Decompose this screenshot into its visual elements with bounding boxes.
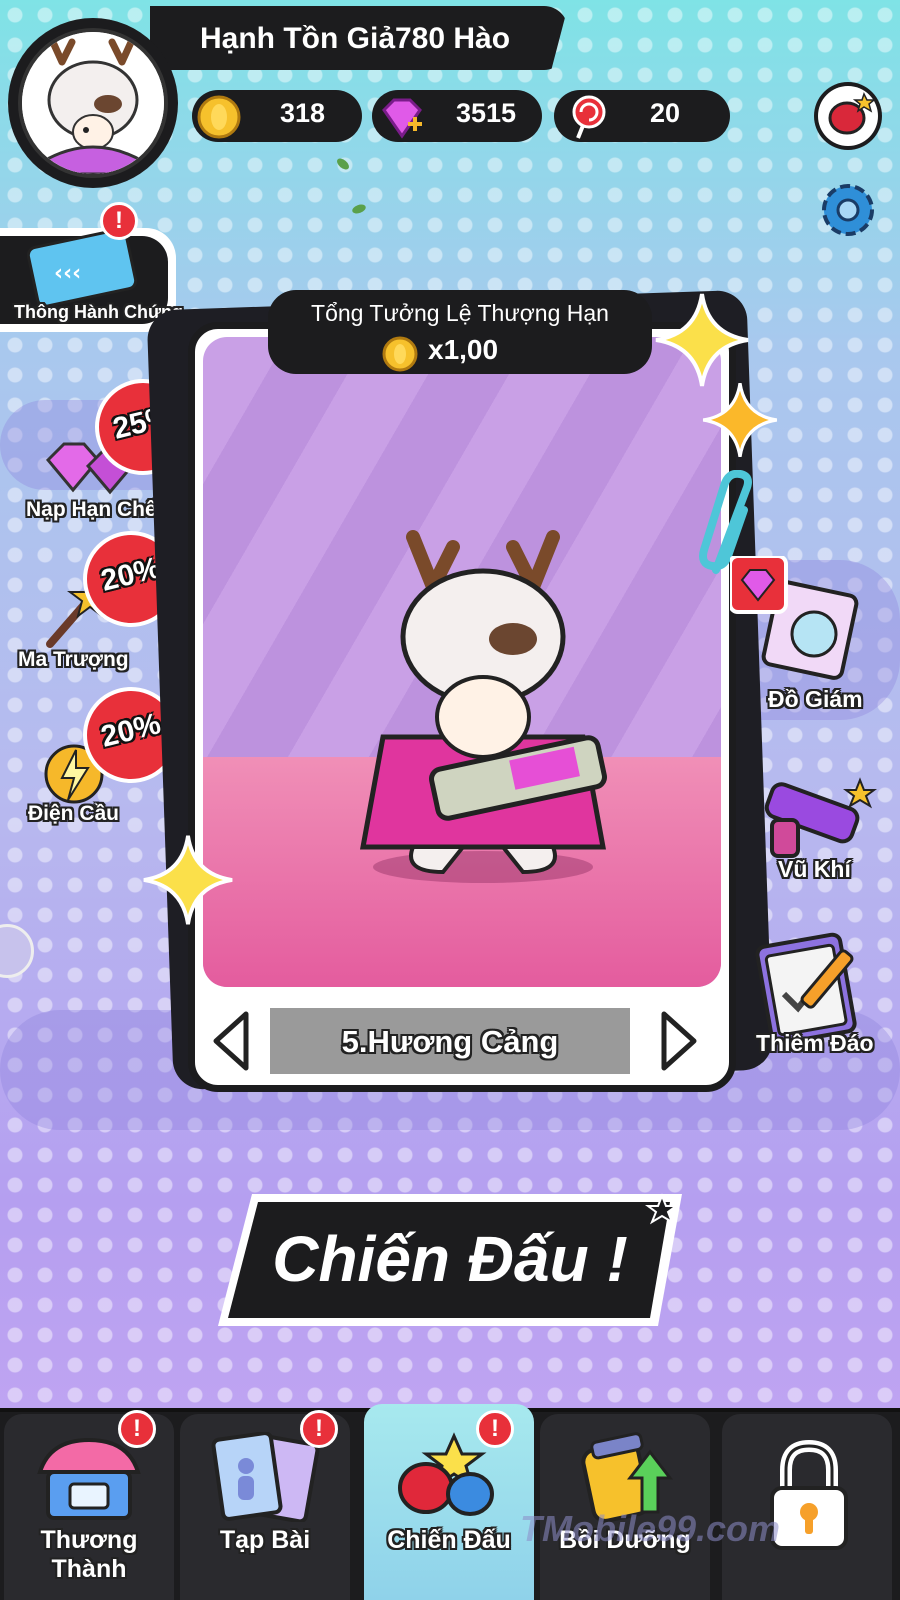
cards-alert-badge: !	[300, 1410, 338, 1448]
reward-multiplier: x1,00	[428, 334, 499, 365]
svg-text:‹‹‹: ‹‹‹	[54, 261, 81, 286]
leaf-decoration	[351, 202, 367, 216]
gold-coin-icon	[382, 336, 418, 372]
wand-label: Ma Trượng	[18, 648, 129, 671]
clipboard-checkin-icon	[755, 932, 857, 1046]
collection-button[interactable]	[728, 554, 870, 686]
weapon-label: Vũ Khí	[778, 856, 851, 882]
player-avatar[interactable]	[8, 18, 178, 188]
watermark-text: TMobile99.com	[520, 1508, 781, 1549]
shop-alert-badge: !	[118, 1410, 156, 1448]
gold-amount: 318	[280, 98, 326, 128]
weapon-button[interactable]	[752, 776, 878, 866]
electric-ball-label: Điện Cầu	[28, 802, 120, 825]
recharge-label: Nạp Hạn Chế	[26, 498, 157, 521]
checkin-button[interactable]	[750, 932, 876, 1046]
lollipop-amount: 20	[650, 98, 681, 128]
pass-alert-badge: !	[100, 202, 138, 240]
tab-shop-label: Thương Thành	[40, 1526, 138, 1583]
fight-alert-badge: !	[476, 1410, 514, 1448]
stage-card[interactable]	[188, 322, 736, 1092]
stage-scene	[203, 337, 721, 987]
reward-title: Tổng Tưởng Lệ Thượng Hạn	[311, 300, 609, 326]
sparkle-star-icon	[655, 293, 749, 387]
deer-avatar-icon	[22, 32, 164, 174]
blaster-weapon-icon	[764, 777, 877, 858]
previous-stage-arrow-icon[interactable]	[208, 1008, 256, 1074]
tab-fight-label: Chiến Đấu	[387, 1526, 511, 1554]
cards-icon	[211, 1432, 320, 1522]
lollipop-icon	[572, 95, 606, 139]
sparkle-star-icon	[702, 382, 778, 458]
side-pet-bubble[interactable]	[0, 924, 34, 978]
player-name: Hạnh Tồn Giả780 Hào	[200, 22, 511, 55]
boxing-glove-icon	[818, 86, 878, 146]
sparkle-star-icon	[143, 835, 233, 925]
ticket-icon: ‹‹‹	[26, 228, 138, 308]
tab-cards-label: Tạp Bài	[219, 1526, 311, 1554]
gem-amount: 3515	[456, 98, 517, 128]
fight-button-label: Chiến Đấu !	[272, 1223, 628, 1295]
gold-coin-icon	[197, 95, 241, 139]
collection-label: Đồ Giám	[768, 686, 863, 712]
next-stage-arrow-icon[interactable]	[654, 1008, 702, 1074]
leaf-decoration	[335, 156, 351, 172]
boxing-button[interactable]	[814, 82, 882, 150]
stage-name: 5.Hương Cảng	[341, 1024, 559, 1059]
deer-character-icon	[360, 530, 607, 883]
checkin-label: Thiêm Đáo	[756, 1030, 874, 1056]
collection-album-icon	[728, 554, 859, 680]
gear-icon	[822, 184, 874, 236]
pink-gem-icon	[382, 98, 422, 139]
settings-button[interactable]	[814, 176, 882, 244]
